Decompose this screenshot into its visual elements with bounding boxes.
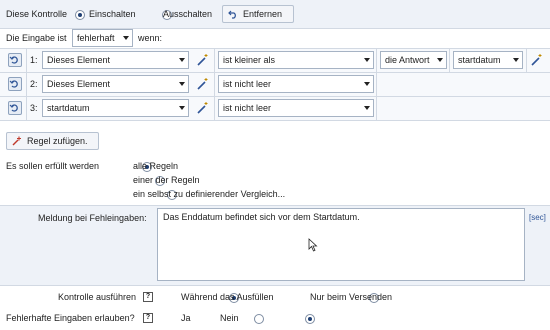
add-rule-button[interactable]: Regel zufügen. <box>6 132 99 150</box>
allow-no-label[interactable]: Nein <box>220 312 239 324</box>
rule-1-compare-select[interactable]: die Antwort <box>380 51 447 69</box>
rule-2-delete-button[interactable] <box>8 77 22 91</box>
message-side-link[interactable]: [sec] <box>529 212 546 224</box>
rule-1-wand-icon[interactable] <box>196 53 210 67</box>
recycle-icon <box>9 56 18 64</box>
chevron-down-icon <box>364 82 370 86</box>
rule-3-operator-select[interactable]: ist nicht leer <box>218 99 374 117</box>
chevron-down-icon <box>437 58 443 62</box>
chevron-down-icon <box>123 36 129 40</box>
control-on-radio[interactable] <box>75 9 85 20</box>
condition-prefix: Die Eingabe ist <box>6 33 67 43</box>
add-rule-icon <box>12 136 21 146</box>
rule-1-index: 1: <box>30 55 38 65</box>
rule-3-field-value: startdatum <box>47 103 90 113</box>
divider <box>0 285 550 286</box>
divider <box>0 48 550 49</box>
chevron-down-icon <box>179 106 185 110</box>
chevron-down-icon <box>364 106 370 110</box>
column-separator <box>26 48 27 120</box>
rule-3-index: 3: <box>30 103 38 113</box>
remove-button-label: Entfernen <box>243 9 283 19</box>
control-on-label[interactable]: Einschalten <box>89 8 136 20</box>
remove-button[interactable]: Entfernen <box>222 5 294 23</box>
rule-1-operator-value: ist kleiner als <box>223 55 276 65</box>
rule-1-delete-button[interactable] <box>8 53 22 67</box>
divider <box>0 72 550 73</box>
allow-yes-radio[interactable] <box>253 313 264 324</box>
undo-icon <box>228 10 236 19</box>
divider <box>0 120 550 121</box>
rule-1-operator-select[interactable]: ist kleiner als <box>218 51 374 69</box>
rule-2-operator-select[interactable]: ist nicht leer <box>218 75 374 93</box>
fulfill-all-label[interactable]: alle Regeln <box>133 160 178 172</box>
column-separator <box>449 48 450 72</box>
fulfill-one-label[interactable]: einer der Regeln <box>133 174 200 186</box>
chevron-down-icon <box>364 58 370 62</box>
rule-2-field-value: Dieses Element <box>47 79 111 89</box>
rule-2-operator-value: ist nicht leer <box>223 79 272 89</box>
column-separator <box>214 48 215 120</box>
rule-3-wand-icon[interactable] <box>196 101 210 115</box>
message-label: Meldung bei Fehleingaben: <box>38 213 147 223</box>
rule-1-target-wand-icon[interactable] <box>530 53 544 67</box>
rule-3-field-select[interactable]: startdatum <box>42 99 189 117</box>
chevron-down-icon <box>179 58 185 62</box>
condition-suffix: wenn: <box>138 33 163 43</box>
allow-label: Fehlerhafte Eingaben erlauben? <box>6 313 135 323</box>
allow-no-radio[interactable] <box>305 313 316 324</box>
rule-3-delete-button[interactable] <box>8 101 22 115</box>
rule-3-operator-value: ist nicht leer <box>223 103 272 113</box>
run-label: Kontrolle ausführen <box>58 292 137 302</box>
control-off-label[interactable]: Ausschalten <box>163 8 212 20</box>
rule-1-target-value: startdatum <box>458 55 501 65</box>
rule-2-wand-icon[interactable] <box>196 77 210 91</box>
column-separator <box>526 48 527 72</box>
divider <box>0 205 550 206</box>
rule-1-compare-value: die Antwort <box>385 55 430 65</box>
run-during-label[interactable]: Während das Ausfüllen <box>181 291 274 303</box>
rule-1-target-select[interactable]: startdatum <box>453 51 523 69</box>
divider <box>0 96 550 97</box>
control-label: Diese Kontrolle <box>6 9 68 19</box>
chevron-down-icon <box>179 82 185 86</box>
recycle-icon <box>9 80 18 88</box>
rule-2-field-select[interactable]: Dieses Element <box>42 75 189 93</box>
rule-1-field-select[interactable]: Dieses Element <box>42 51 189 69</box>
condition-select[interactable]: fehlerhaft <box>72 29 133 47</box>
allow-help-icon[interactable]: ? <box>143 313 153 323</box>
run-help-icon[interactable]: ? <box>143 292 153 302</box>
run-send-label[interactable]: Nur beim Versenden <box>310 291 392 303</box>
add-rule-label: Regel zufügen. <box>27 136 88 146</box>
allow-yes-label[interactable]: Ja <box>181 312 191 324</box>
rule-1-field-value: Dieses Element <box>47 55 111 65</box>
recycle-icon <box>9 104 18 112</box>
condition-select-value: fehlerhaft <box>77 33 115 43</box>
column-separator <box>376 48 377 120</box>
mouse-cursor-icon <box>308 238 318 252</box>
fulfill-label: Es sollen erfüllt werden <box>6 161 100 171</box>
message-textarea[interactable]: Das Enddatum befindet sich vor dem Start… <box>157 208 525 281</box>
rule-2-index: 2: <box>30 79 38 89</box>
chevron-down-icon <box>513 58 519 62</box>
fulfill-custom-label[interactable]: ein selbst zu definierender Vergleich... <box>133 188 285 200</box>
